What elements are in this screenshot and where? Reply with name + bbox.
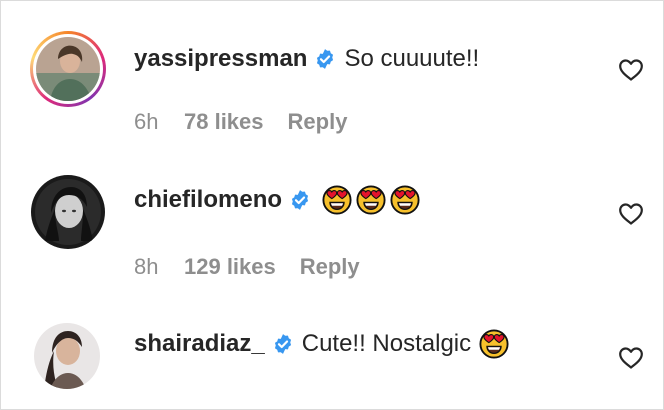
user-avatar[interactable] <box>36 37 100 101</box>
like-heart-icon[interactable] <box>618 58 644 82</box>
comment-age: 6h <box>134 109 159 134</box>
reply-button[interactable]: Reply <box>288 109 348 135</box>
heart-eyes-emoji-icon <box>322 185 352 215</box>
comment-text: Cute!! Nostalgic <box>301 330 472 357</box>
comment-username[interactable]: shairadiaz_ <box>134 330 265 358</box>
reply-button[interactable]: Reply <box>300 254 360 280</box>
heart-eyes-emoji-icon <box>479 329 509 359</box>
comment-username[interactable]: chiefilomeno <box>134 186 282 214</box>
verified-badge-icon <box>314 48 336 70</box>
comment-text: So cuuuute!! <box>344 45 480 72</box>
comments-panel: yassipressman So cuuuute!! 6h 78 likes R… <box>0 0 664 410</box>
like-heart-icon[interactable] <box>618 346 644 370</box>
verified-badge-icon <box>272 333 294 355</box>
heart-eyes-emoji-icon <box>356 185 386 215</box>
comment-age: 8h <box>134 254 159 279</box>
story-ring[interactable] <box>30 31 106 107</box>
verified-badge-icon <box>289 189 311 211</box>
comment-likes[interactable]: 78 likes <box>184 109 264 135</box>
user-avatar[interactable] <box>34 323 100 389</box>
comment-likes[interactable]: 129 likes <box>184 254 276 280</box>
user-avatar[interactable] <box>31 175 105 249</box>
like-heart-icon[interactable] <box>618 202 644 226</box>
comment-username[interactable]: yassipressman <box>134 45 307 73</box>
heart-eyes-emoji-icon <box>390 185 420 215</box>
